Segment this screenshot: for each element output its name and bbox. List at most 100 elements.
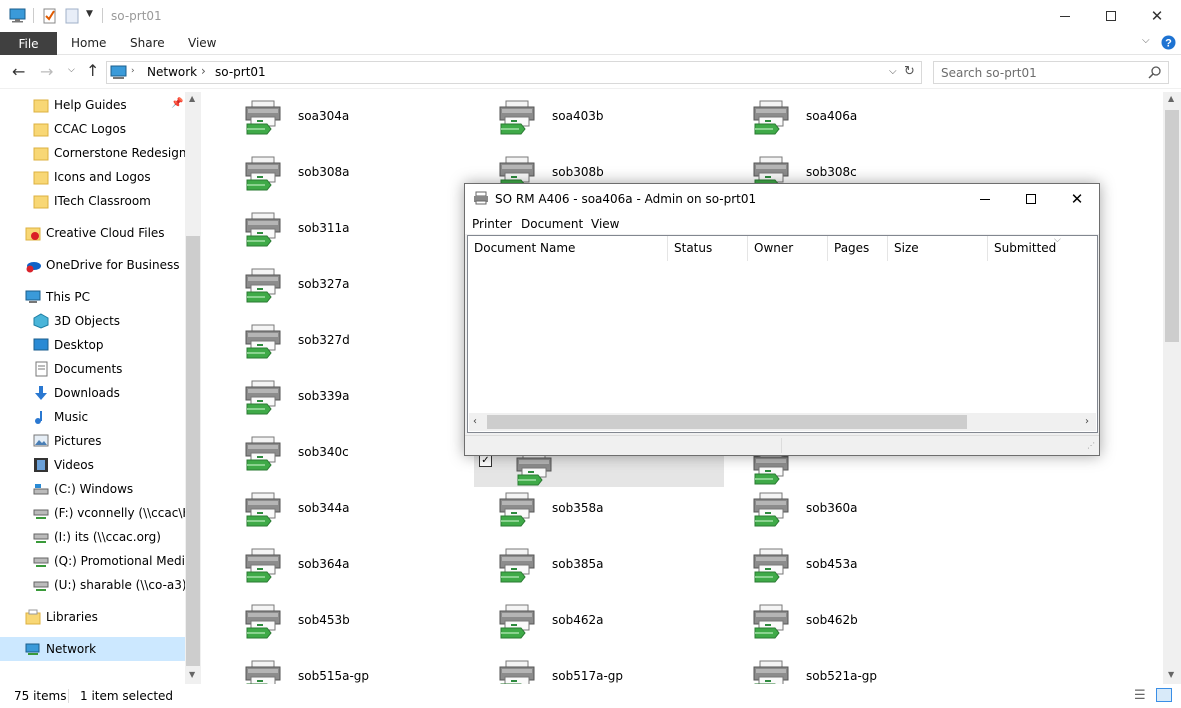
pin-icon[interactable]: 📌	[171, 98, 183, 109]
main-scrollbar-thumb[interactable]	[1165, 110, 1179, 342]
printer-label: soa304a	[298, 109, 350, 123]
address-dropdown-icon[interactable]: ⌵	[889, 66, 897, 77]
nav-item-f-drive[interactable]: (F:) vconnelly (\\ccac\Ho	[0, 502, 185, 524]
new-folder-icon[interactable]	[65, 8, 79, 24]
column-owner[interactable]: Owner	[748, 236, 828, 261]
recent-locations-icon[interactable]: ⌵	[68, 65, 75, 75]
printer-item[interactable]: sob339a	[203, 372, 453, 416]
nav-item-downloads[interactable]: Downloads	[0, 382, 185, 404]
up-icon[interactable]: ↑	[86, 61, 99, 80]
nav-item-q-drive[interactable]: (Q:) Promotional Media	[0, 550, 185, 572]
minimize-button[interactable]	[1042, 0, 1088, 32]
expand-ribbon-icon[interactable]: ⌵	[1142, 35, 1150, 46]
nav-item-i-drive[interactable]: (I:) its (\\ccac.org)	[0, 526, 185, 548]
printer-item[interactable]: sob385a	[457, 540, 707, 584]
scroll-down-icon[interactable]: ▼	[1168, 670, 1174, 679]
printer-item[interactable]: sob521a-gp	[711, 652, 961, 684]
main-scrollbar[interactable]: ▲ ▼	[1163, 92, 1181, 684]
nav-item-help-guides[interactable]: Help Guides 📌	[0, 94, 185, 116]
nav-scrollbar-thumb[interactable]	[186, 236, 200, 666]
scroll-up-icon[interactable]: ▲	[189, 94, 195, 103]
nav-item-cornerstone-redesign[interactable]: Cornerstone Redesign	[0, 142, 185, 164]
nav-item-u-drive[interactable]: (U:) sharable (\\co-a3)	[0, 574, 185, 596]
scroll-up-icon[interactable]: ▲	[1168, 94, 1174, 103]
back-icon[interactable]: ←	[12, 62, 25, 81]
printer-item[interactable]: sob327a	[203, 260, 453, 304]
nav-item-this-pc[interactable]: This PC	[0, 286, 185, 308]
printer-item[interactable]: sob360a	[711, 484, 961, 528]
dialog-horizontal-scrollbar[interactable]: ‹ ›	[469, 413, 1096, 431]
large-icons-view-icon[interactable]	[1156, 688, 1172, 702]
details-view-icon[interactable]: ☰	[1134, 688, 1146, 703]
column-size[interactable]: Size	[888, 236, 988, 261]
nav-item-ccac-logos[interactable]: CCAC Logos	[0, 118, 185, 140]
menu-view[interactable]: View	[591, 217, 619, 231]
nav-item-label: (C:) Windows	[54, 482, 134, 496]
printer-item[interactable]: sob308a	[203, 148, 453, 192]
nav-item-music[interactable]: Music	[0, 406, 185, 428]
nav-item-creative-cloud-files[interactable]: Creative Cloud Files	[0, 222, 185, 244]
properties-icon[interactable]	[42, 8, 58, 24]
breadcrumb-so-prt01[interactable]: so-prt01	[215, 65, 266, 79]
nav-item-3d-objects[interactable]: 3D Objects	[0, 310, 185, 332]
column-document-name[interactable]: Document Name	[468, 236, 668, 261]
maximize-button[interactable]	[1088, 0, 1134, 32]
printer-label: sob311a	[298, 221, 350, 235]
printer-item[interactable]: sob462b	[711, 596, 961, 640]
print-job-list[interactable]: Document Name Status Owner Pages Size Su…	[467, 235, 1098, 433]
dialog-maximize-button[interactable]	[1008, 184, 1054, 214]
dialog-minimize-button[interactable]	[962, 184, 1008, 214]
printer-icon	[243, 156, 285, 192]
printer-item[interactable]: sob311a	[203, 204, 453, 248]
printer-item[interactable]: soa406a	[711, 92, 961, 136]
close-button[interactable]: ✕	[1134, 0, 1180, 32]
printer-item[interactable]: sob515a-gp	[203, 652, 453, 684]
search-input[interactable]: Search so-prt01	[933, 61, 1169, 84]
computer-icon[interactable]	[9, 8, 26, 23]
menu-document[interactable]: Document	[521, 217, 583, 231]
customize-toolbar-icon[interactable]: ▼	[86, 9, 93, 19]
nav-item-network[interactable]: Network	[0, 637, 185, 661]
scroll-left-icon[interactable]: ‹	[473, 416, 477, 427]
printer-item[interactable]: soa304a	[203, 92, 453, 136]
nav-item-onedrive-for-business[interactable]: OneDrive for Business	[0, 254, 185, 276]
dialog-close-button[interactable]: ✕	[1054, 184, 1100, 214]
dialog-scrollbar-thumb[interactable]	[487, 415, 967, 429]
printer-item[interactable]: sob358a	[457, 484, 707, 528]
printer-item[interactable]: sob344a	[203, 484, 453, 528]
breadcrumb-network[interactable]: Network	[147, 65, 197, 79]
address-box[interactable]: › Network › so-prt01 ⌵ ↻	[106, 61, 922, 84]
printer-item[interactable]: sob517a-gp	[457, 652, 707, 684]
nav-item-libraries[interactable]: Libraries	[0, 606, 185, 628]
scroll-down-icon[interactable]: ▼	[189, 670, 195, 679]
file-tab[interactable]: File	[0, 32, 57, 55]
scroll-right-icon[interactable]: ›	[1085, 416, 1089, 427]
printer-item[interactable]: sob327d	[203, 316, 453, 360]
nav-item-icons-and-logos[interactable]: Icons and Logos	[0, 166, 185, 188]
resize-grip-icon[interactable]: ⋰	[1087, 441, 1095, 450]
nav-item-videos[interactable]: Videos	[0, 454, 185, 476]
printer-item[interactable]: sob462a	[457, 596, 707, 640]
nav-item-c-drive[interactable]: (C:) Windows	[0, 478, 185, 500]
printer-item[interactable]: sob453b	[203, 596, 453, 640]
printer-item[interactable]: soa403b	[457, 92, 707, 136]
dialog-status-bar: ⋰	[465, 435, 1099, 455]
tab-share[interactable]: Share	[130, 36, 165, 50]
nav-item-itech-classroom[interactable]: ITech Classroom	[0, 190, 185, 212]
column-pages[interactable]: Pages	[828, 236, 888, 261]
printer-item[interactable]: sob340c	[203, 428, 453, 472]
nav-item-desktop[interactable]: Desktop	[0, 334, 185, 356]
help-icon[interactable]: ?	[1161, 35, 1176, 50]
column-status[interactable]: Status	[668, 236, 748, 261]
tab-home[interactable]: Home	[71, 36, 106, 50]
forward-icon[interactable]: →	[40, 62, 53, 81]
printer-item[interactable]: sob364a	[203, 540, 453, 584]
printer-item[interactable]: sob453a	[711, 540, 961, 584]
tab-view[interactable]: View	[188, 36, 216, 50]
nav-item-label: Pictures	[54, 434, 102, 448]
menu-printer[interactable]: Printer	[472, 217, 512, 231]
nav-item-documents[interactable]: Documents	[0, 358, 185, 380]
refresh-icon[interactable]: ↻	[904, 64, 915, 79]
nav-scrollbar[interactable]: ▲ ▼	[185, 92, 201, 684]
nav-item-pictures[interactable]: Pictures	[0, 430, 185, 452]
